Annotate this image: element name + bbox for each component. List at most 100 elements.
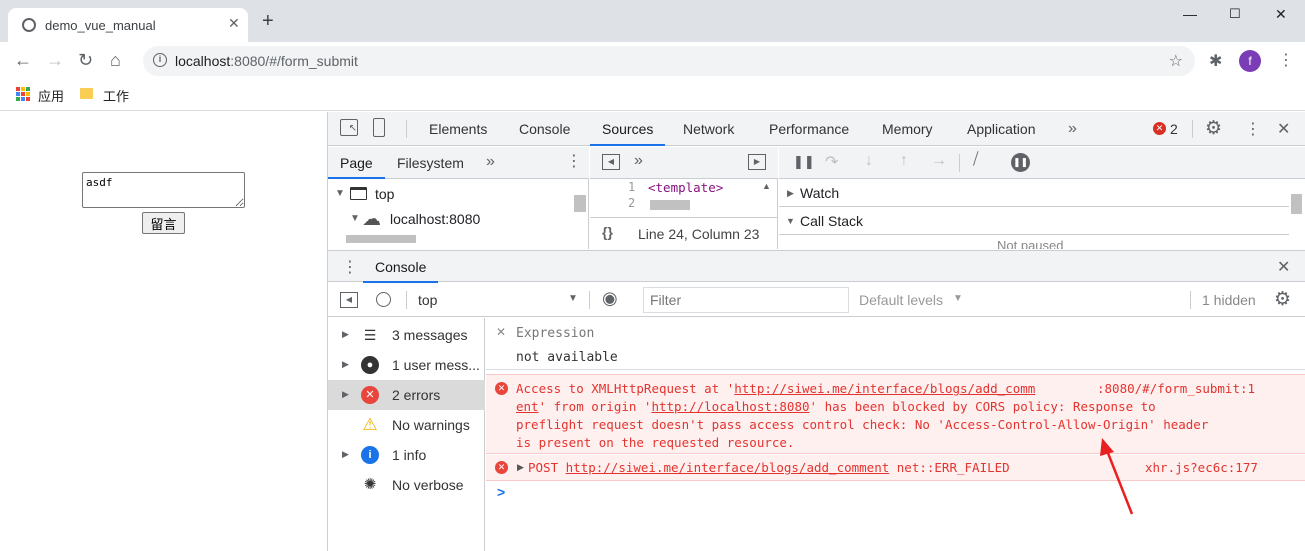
bookmark-work[interactable]: 工作 [103, 86, 129, 105]
log-levels-dropdown[interactable]: Default levels [859, 292, 943, 308]
tab-console[interactable]: Console [519, 112, 570, 146]
expand-arrow-icon[interactable]: ▶ [342, 359, 349, 370]
dropdown-arrow-icon[interactable]: ▼ [953, 293, 963, 304]
submit-comment-button[interactable]: 留言 [142, 212, 185, 234]
error-source-link[interactable]: :8080/#/form_submit:1 [1097, 380, 1255, 398]
console-prompt[interactable]: > [497, 484, 505, 500]
filter-input[interactable] [643, 287, 849, 313]
code-line[interactable]: <template> [648, 180, 723, 195]
context-selector[interactable]: top [418, 292, 437, 308]
tab-application[interactable]: Application [967, 112, 1036, 146]
expand-arrow-icon[interactable]: ▶ [342, 329, 349, 340]
error-badge-icon[interactable]: ✕ [1153, 122, 1166, 135]
sidebar-user-messages[interactable]: ▶ ● 1 user mess... [328, 350, 485, 380]
toggle-navigator-icon[interactable]: ◀ [602, 154, 620, 170]
toggle-sidebar-icon[interactable]: ◀ [340, 292, 358, 308]
drawer-menu-icon[interactable]: ⋮ [342, 257, 358, 277]
expand-arrow-icon[interactable]: ▶ [342, 449, 349, 460]
more-tabs-icon[interactable]: » [486, 147, 495, 179]
browser-tab[interactable]: demo_vue_manual ✕ [8, 8, 248, 42]
close-devtools-icon[interactable]: ✕ [1277, 119, 1290, 139]
expand-arrow-icon[interactable]: ▼ [786, 216, 795, 226]
tab-sources[interactable]: Sources [590, 112, 666, 146]
error-source-link[interactable]: xhr.js?ec6c:177 [1145, 459, 1258, 477]
console-settings-gear-icon[interactable]: ⚙ [1274, 288, 1291, 311]
request-url-link[interactable]: http://siwei.me/interface/blogs/add_comm… [566, 460, 890, 475]
collapse-arrow-icon[interactable]: ▶ [787, 188, 794, 199]
menu-kebab-icon[interactable]: ⋮ [1278, 50, 1294, 70]
call-stack-section[interactable]: ▼ Call Stack [779, 208, 1289, 235]
more-tabs-icon[interactable]: » [1068, 112, 1077, 146]
close-window-button[interactable]: ✕ [1275, 6, 1287, 23]
settings-gear-icon[interactable]: ⚙ [1205, 117, 1222, 140]
minimize-button[interactable]: — [1183, 6, 1197, 22]
error-count[interactable]: 2 [1170, 121, 1178, 137]
remove-expression-icon[interactable]: ✕ [496, 325, 506, 339]
error-url-link[interactable]: ent [516, 399, 539, 414]
maximize-button[interactable]: ☐ [1229, 6, 1241, 22]
expression-label[interactable]: Expression [516, 326, 594, 341]
device-toolbar-icon[interactable] [373, 118, 385, 137]
editor-scrollbar[interactable] [650, 200, 690, 210]
close-tab-icon[interactable]: ✕ [228, 15, 240, 32]
toggle-debugger-icon[interactable]: ▶ [748, 154, 766, 170]
horizontal-scrollbar[interactable] [346, 235, 416, 243]
tab-page[interactable]: Page [328, 147, 385, 179]
more-tabs-icon[interactable]: » [634, 152, 643, 170]
tree-item-localhost[interactable]: localhost:8080 [390, 211, 480, 227]
error-url-link[interactable]: http://siwei.me/interface/blogs/add_comm [734, 381, 1035, 396]
url-text[interactable]: localhost:8080/#/form_submit [175, 53, 358, 69]
bookmark-star-icon[interactable]: ☆ [1169, 51, 1183, 71]
dropdown-arrow-icon[interactable]: ▼ [568, 293, 578, 304]
tab-network[interactable]: Network [683, 112, 734, 146]
tab-memory[interactable]: Memory [882, 112, 933, 146]
bookmark-apps[interactable]: 应用 [38, 86, 64, 105]
tab-filesystem[interactable]: Filesystem [397, 147, 464, 179]
sidebar-messages[interactable]: ▶ ☰ 3 messages [328, 320, 485, 350]
hidden-count[interactable]: 1 hidden [1202, 292, 1256, 308]
call-stack-label[interactable]: Call Stack [800, 213, 863, 229]
sidebar-verbose[interactable]: ✺ No verbose [328, 470, 485, 500]
expand-arrow-icon[interactable]: ▼ [350, 213, 360, 224]
devtools-menu-icon[interactable]: ⋮ [1245, 119, 1261, 139]
new-tab-button[interactable]: + [262, 11, 274, 31]
expand-arrow-icon[interactable]: ▼ [335, 188, 345, 199]
expand-arrow-icon[interactable]: ▶ [517, 462, 524, 473]
watch-label[interactable]: Watch [800, 185, 839, 201]
expand-arrow-icon[interactable]: ▶ [342, 389, 349, 400]
clear-console-icon[interactable] [376, 292, 391, 307]
deactivate-breakpoints-icon[interactable]: ⧸ [973, 151, 978, 169]
extensions-icon[interactable]: ✱ [1209, 51, 1222, 71]
tab-elements[interactable]: Elements [429, 112, 487, 146]
address-bar[interactable]: i localhost:8080/#/form_submit ☆ [143, 46, 1195, 76]
vertical-scrollbar[interactable] [1291, 194, 1302, 214]
origin-link[interactable]: http://localhost:8080 [651, 399, 809, 414]
step-out-icon[interactable]: ↑ [900, 152, 908, 170]
tree-item-top[interactable]: top [375, 186, 394, 202]
reload-icon[interactable]: ↻ [78, 50, 93, 71]
step-into-icon[interactable]: ↓ [865, 152, 873, 170]
back-icon[interactable]: ← [14, 50, 32, 71]
home-icon[interactable]: ⌂ [110, 50, 121, 71]
comment-textarea[interactable]: asdf [82, 172, 245, 208]
inspect-element-icon[interactable]: ↖ [340, 119, 358, 136]
step-icon[interactable]: → [931, 152, 947, 170]
forward-icon[interactable]: → [46, 50, 64, 71]
live-expression-eye-icon[interactable]: ◉ [602, 288, 618, 309]
drawer-tab-console[interactable]: Console [363, 251, 439, 283]
close-drawer-icon[interactable]: ✕ [1277, 257, 1290, 277]
info-icon[interactable]: i [153, 53, 167, 67]
step-over-icon[interactable]: ↷ [825, 152, 838, 172]
watch-section[interactable]: ▶ Watch [779, 180, 1289, 207]
avatar[interactable]: f [1239, 50, 1261, 72]
sidebar-info[interactable]: ▶ i 1 info [328, 440, 485, 470]
vertical-scrollbar[interactable] [574, 195, 586, 212]
pause-on-exceptions-icon[interactable]: ❚❚ [1011, 153, 1030, 172]
tab-performance[interactable]: Performance [769, 112, 849, 146]
sidebar-errors[interactable]: ▶ ✕ 2 errors [328, 380, 485, 410]
scroll-arrows-icon[interactable]: ▲ [762, 181, 771, 191]
navigator-menu-icon[interactable]: ⋮ [566, 147, 582, 179]
pause-icon[interactable]: ❚❚ [793, 154, 815, 170]
pretty-print-icon[interactable]: {} [602, 224, 613, 240]
sidebar-warnings[interactable]: ⚠ No warnings [328, 410, 485, 440]
